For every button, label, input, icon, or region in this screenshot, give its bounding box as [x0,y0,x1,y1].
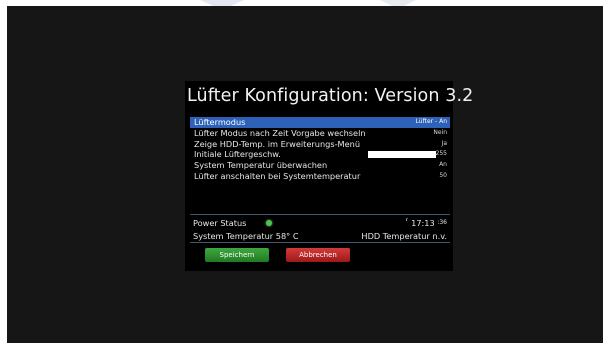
setting-label: Zeige HDD-Temp. im Erweiterungs-Menü [194,138,361,149]
clock-time: 17:13 [411,218,435,228]
cancel-button[interactable]: Abbrechen [286,248,350,262]
power-indicator-icon [266,220,272,226]
setting-label: Lüfter Modus nach Zeit Vorgabe wechseln [194,127,366,138]
settings-list: Lüftermodus Lüfter - An Lüfter Modus nac… [190,117,450,182]
setting-value: Ja [441,139,447,147]
clock-seconds: :36 [437,219,447,226]
setting-label: Lüfter anschalten bei Systemtemperatur [194,170,361,181]
tv-screen: Lüfter Konfiguration: Version 3.2 Lüfter… [7,6,603,343]
system-temp-text: System Temperatur 58° C [193,231,299,241]
divider [190,242,450,243]
setting-label: Initiale Lüftergeschw. [194,149,281,160]
setting-value: Nein [433,128,447,136]
setting-initial-fan-speed[interactable]: Initiale Lüftergeschw. 255 [190,149,450,160]
fan-speed-slider[interactable] [368,151,436,159]
hdd-temp-text: HDD Temperatur n.v. [361,231,447,241]
setting-fan-mode[interactable]: Lüftermodus Lüfter - An [190,117,450,128]
setting-monitor-system-temp[interactable]: System Temperatur überwachen An [190,160,450,171]
power-status-label: Power Status [193,218,247,228]
setting-value: 50 [439,171,447,179]
setting-fan-on-temp[interactable]: Lüfter anschalten bei Systemtemperatur 5… [190,171,450,182]
fan-config-dialog: Lüfter Konfiguration: Version 3.2 Lüfter… [185,81,473,271]
dialog-title: Lüfter Konfiguration: Version 3.2 [187,86,474,106]
setting-value: Lüfter - An [415,118,447,125]
setting-value: An [439,161,447,169]
setting-fan-mode-time-switch[interactable]: Lüfter Modus nach Zeit Vorgabe wechseln … [190,128,450,139]
divider [190,214,450,215]
clock-flag-icon: ⸢ [405,218,409,226]
save-button[interactable]: Speichern [205,248,269,262]
clock: ⸢ 17:13 :36 [406,218,447,228]
power-status-row: Power Status ⸢ 17:13 :36 [193,218,449,230]
setting-label: Lüftermodus [194,117,246,127]
setting-value: 255 [435,150,447,158]
setting-label: System Temperatur überwachen [194,160,328,171]
setting-show-hdd-temp[interactable]: Zeige HDD-Temp. im Erweiterungs-Menü Ja [190,139,450,150]
